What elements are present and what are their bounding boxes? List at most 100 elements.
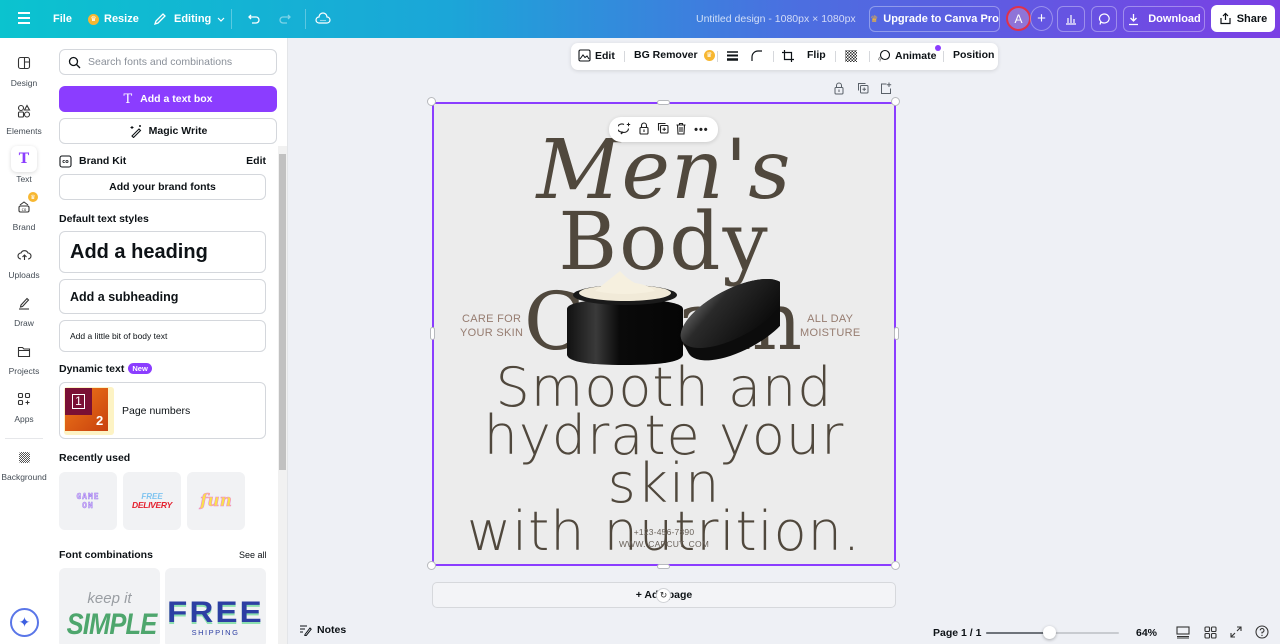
resize-handle-top-right[interactable] <box>891 97 900 106</box>
flip-button[interactable]: Flip <box>807 49 826 61</box>
download-button[interactable]: Download <box>1123 6 1205 32</box>
duplicate-element-button[interactable] <box>657 122 669 138</box>
rail-item-elements[interactable]: Elements <box>0 98 48 144</box>
magic-assistant-button[interactable]: ✦ <box>10 608 39 637</box>
resize-handle-bottom-left[interactable] <box>427 561 436 570</box>
insights-button[interactable] <box>1057 6 1085 32</box>
position-button[interactable]: Position <box>953 49 994 61</box>
rail-label: Design <box>10 78 38 88</box>
resize-handle-left[interactable] <box>430 327 435 340</box>
page-numbers-card[interactable]: 1 2 Page numbers <box>59 382 266 439</box>
phone-number: +123-456-7890 <box>633 527 695 537</box>
recent-font-fun[interactable]: fun <box>187 472 245 530</box>
add-page-above-button[interactable] <box>880 82 892 98</box>
border-style-button[interactable] <box>726 49 739 62</box>
notes-button[interactable]: Notes <box>299 624 346 636</box>
crown-icon: ♛ <box>703 49 715 61</box>
all-day-moisture-tag[interactable]: ALL DAY MOISTURE <box>800 312 860 340</box>
chevron-down-icon <box>217 17 225 22</box>
avatar[interactable]: A <box>1006 6 1031 31</box>
zoom-slider-knob[interactable] <box>1043 626 1057 639</box>
font-combo-free-shipping[interactable]: FREE SHIPPING <box>165 568 266 644</box>
brand-kit-edit-link[interactable]: Edit <box>246 155 266 167</box>
bar-chart-icon <box>1066 15 1076 25</box>
border-weight-icon <box>727 51 738 61</box>
resize-handle-bottom[interactable] <box>657 564 670 569</box>
panel-scrollbar[interactable] <box>278 146 287 644</box>
rail-item-projects[interactable]: Projects <box>0 338 48 384</box>
crop-button[interactable] <box>781 49 795 63</box>
design-canvas[interactable]: Men's Body Cream CARE FOR YOUR SKIN ALL … <box>432 102 896 566</box>
resize-button[interactable]: ♛ Resize <box>88 0 139 38</box>
transparency-button[interactable] <box>844 49 858 63</box>
font-combo-keep-it-simple[interactable]: keep it SIMPLE <box>59 568 160 644</box>
add-heading-button[interactable]: Add a heading <box>59 231 266 273</box>
cloud-save-status[interactable] <box>315 0 331 38</box>
rail-item-draw[interactable]: Draw <box>0 290 48 336</box>
magic-write-button[interactable]: Magic Write <box>59 118 277 144</box>
recent-font-free-delivery[interactable]: FREE DELIVERY <box>123 472 181 530</box>
editing-mode-dropdown[interactable]: Editing <box>153 0 226 38</box>
corner-rounding-button[interactable] <box>750 49 763 62</box>
redo-button[interactable] <box>278 0 292 38</box>
edit-image-button[interactable]: Edit <box>578 49 615 62</box>
see-all-link[interactable]: See all <box>239 550 267 560</box>
font-search-field[interactable] <box>59 49 277 75</box>
hamburger-menu-icon[interactable] <box>18 12 30 24</box>
add-text-box-button[interactable]: T Add a text box <box>59 86 277 112</box>
rail-item-uploads[interactable]: Uploads <box>0 242 48 288</box>
zoom-percentage[interactable]: 64% <box>1136 627 1157 639</box>
zoom-slider[interactable] <box>986 626 1119 639</box>
expand-icon <box>1230 626 1242 638</box>
upgrade-pro-button[interactable]: ♛ Upgrade to Canva Pro <box>869 6 1000 32</box>
add-brand-fonts-button[interactable]: Add your brand fonts <box>59 174 266 200</box>
upgrade-label: Upgrade to Canva Pro <box>883 13 999 25</box>
care-for-skin-tag[interactable]: CARE FOR YOUR SKIN <box>460 312 523 340</box>
combo-text: keep it <box>87 590 132 607</box>
share-button[interactable]: Share <box>1211 5 1275 32</box>
rotate-handle[interactable]: ↻ <box>656 588 671 603</box>
help-button[interactable] <box>1254 624 1270 640</box>
rail-item-brand[interactable]: co ♛ Brand <box>0 192 48 240</box>
design-contact-info[interactable]: +123-456-7890 WWW. CAPCUT. COM <box>432 526 896 550</box>
animate-button[interactable]: Animate <box>877 45 942 63</box>
font-search-input[interactable] <box>88 56 268 68</box>
divider <box>305 9 306 29</box>
new-badge: New <box>128 363 152 374</box>
add-collaborator-button[interactable]: + <box>1030 6 1053 31</box>
recent-font-game-on[interactable]: GAME ON <box>59 472 117 530</box>
resize-handle-top-left[interactable] <box>427 97 436 106</box>
rail-item-design[interactable]: Design <box>0 50 48 96</box>
corner-radius-icon <box>751 50 762 61</box>
grid-view-button[interactable] <box>1202 624 1218 640</box>
bg-remover-button[interactable]: BG Remover ♛ <box>634 49 715 61</box>
lock-page-button[interactable] <box>833 82 845 98</box>
product-jar-image[interactable] <box>565 257 780 367</box>
rail-item-background[interactable]: Background <box>0 444 48 490</box>
divider <box>835 51 836 62</box>
add-body-text-button[interactable]: Add a little bit of body text <box>59 320 266 352</box>
add-subheading-button[interactable]: Add a subheading <box>59 279 266 314</box>
scrollbar-thumb[interactable] <box>279 154 286 470</box>
resize-handle-bottom-right[interactable] <box>891 561 900 570</box>
file-menu[interactable]: File <box>53 0 72 38</box>
resize-label: Resize <box>104 13 139 25</box>
page-indicator[interactable]: Page 1 / 1 <box>933 627 981 639</box>
rail-item-apps[interactable]: Apps <box>0 386 48 432</box>
delete-element-button[interactable] <box>675 122 687 138</box>
fullscreen-button[interactable] <box>1228 624 1244 640</box>
resize-handle-right[interactable] <box>894 327 899 340</box>
more-options-button[interactable]: ••• <box>694 124 709 136</box>
add-comment-button[interactable] <box>617 122 631 138</box>
resize-handle-top[interactable] <box>657 100 670 105</box>
page-view-button[interactable] <box>1175 624 1191 640</box>
element-floating-toolbar: ••• <box>609 117 718 142</box>
design-title[interactable]: Untitled design - 1080px × 1080px <box>696 0 856 38</box>
divider <box>231 9 232 29</box>
lock-element-button[interactable] <box>638 121 650 138</box>
duplicate-page-button[interactable] <box>857 82 869 98</box>
undo-button[interactable] <box>247 0 261 38</box>
add-brand-fonts-label: Add your brand fonts <box>109 181 216 193</box>
rail-item-text[interactable]: T Text <box>0 146 48 192</box>
comments-button[interactable] <box>1091 6 1117 32</box>
